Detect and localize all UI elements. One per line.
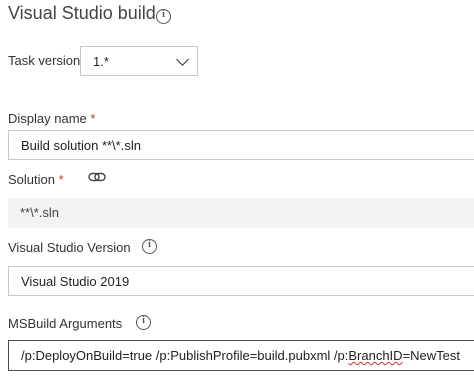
msbuild-label: MSBuild Arguments [8, 316, 123, 331]
msbuild-value-suffix: =NewTest [402, 348, 461, 363]
vs-version-select[interactable]: Visual Studio 2019 [8, 266, 474, 296]
display-name-input[interactable]: Build solution **\*.sln [8, 130, 474, 160]
info-icon[interactable] [136, 315, 151, 330]
display-name-value: Build solution **\*.sln [21, 138, 141, 153]
task-version-label: Task version [8, 53, 81, 68]
vs-version-label: Visual Studio Version [8, 240, 131, 255]
msbuild-value-prefix: /p:DeployOnBuild=true /p:PublishProfile=… [21, 348, 349, 363]
solution-label-text: Solution [8, 172, 55, 187]
info-icon[interactable] [142, 239, 157, 254]
required-marker: * [58, 172, 64, 187]
display-name-label: Display name * [8, 111, 95, 126]
solution-label: Solution * [8, 172, 64, 187]
solution-value: **\*.sln [20, 205, 60, 220]
chevron-down-icon [176, 53, 189, 66]
page-title: Visual Studio build [8, 3, 156, 23]
solution-input[interactable]: **\*.sln [8, 198, 474, 228]
vs-version-value: Visual Studio 2019 [21, 274, 130, 289]
info-icon[interactable] [156, 9, 171, 24]
display-name-label-text: Display name [8, 111, 87, 126]
msbuild-value-misspelled: BranchID [348, 348, 403, 363]
link-icon[interactable] [88, 170, 106, 184]
required-marker: * [90, 111, 96, 126]
task-version-value: 1.* [93, 54, 109, 69]
task-version-select[interactable]: 1.* [80, 46, 198, 76]
msbuild-arguments-input[interactable]: /p:DeployOnBuild=true /p:PublishProfile=… [8, 340, 474, 371]
